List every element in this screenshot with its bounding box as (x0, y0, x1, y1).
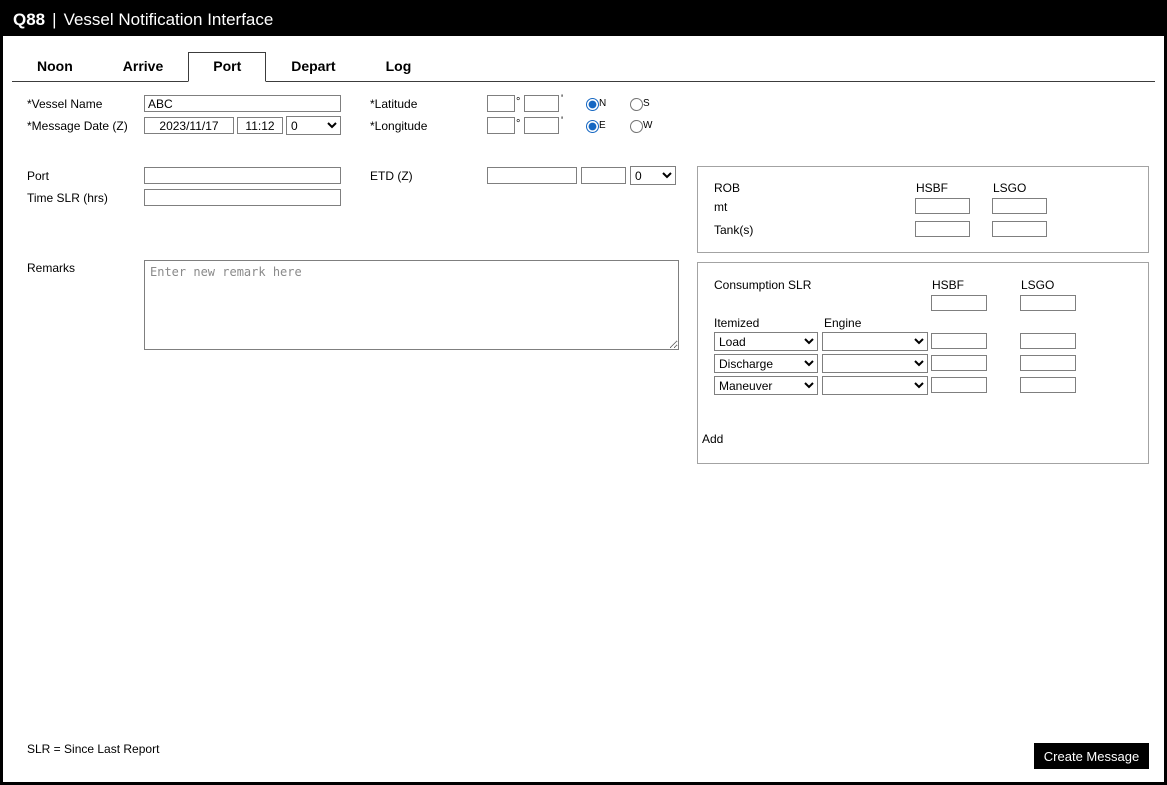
latitude-south-radio[interactable] (630, 98, 643, 111)
title-bar: Q88 | Vessel Notification Interface (3, 3, 1164, 36)
tab-noon[interactable]: Noon (12, 53, 98, 81)
consumption-hsbf-input-row3[interactable] (931, 377, 987, 393)
longitude-degrees-input[interactable] (487, 117, 515, 134)
message-offset-select[interactable]: 0 (286, 116, 341, 135)
consumption-lsgo-input-row2[interactable] (1020, 355, 1076, 371)
port-label: Port (27, 169, 50, 183)
latitude-minute-symbol: ' (561, 93, 564, 105)
app-brand: Q88 (13, 9, 46, 29)
consumption-hsbf-input-row2[interactable] (931, 355, 987, 371)
latitude-label: *Latitude (370, 97, 418, 111)
message-date-label: *Message Date (Z) (27, 119, 128, 133)
message-time-input[interactable] (237, 117, 283, 134)
longitude-degree-symbol: ° (516, 118, 521, 130)
message-date-input[interactable] (144, 117, 234, 134)
itemized-select-row2[interactable]: Discharge (714, 354, 818, 373)
itemized-select-row1[interactable]: Load (714, 332, 818, 351)
longitude-minutes-input[interactable] (524, 117, 559, 134)
engine-header: Engine (824, 316, 862, 330)
rob-panel: ROB HSBF LSGO mt Tank(s) (697, 166, 1149, 253)
consumption-panel: Consumption SLR HSBF LSGO Itemized Engin… (697, 262, 1149, 464)
longitude-east-radio[interactable] (586, 120, 599, 133)
etd-offset-select[interactable]: 0 (630, 166, 676, 185)
etd-date-input[interactable] (487, 167, 577, 184)
engine-select-row1[interactable] (822, 332, 928, 351)
itemized-select-row3[interactable]: Maneuver (714, 376, 818, 395)
latitude-south-label: S (643, 98, 650, 109)
consumption-lsgo-input-row1[interactable] (1020, 333, 1076, 349)
slr-note: SLR = Since Last Report (27, 742, 160, 756)
app-window: Q88 | Vessel Notification Interface Noon… (0, 0, 1167, 785)
rob-tanks-lsgo-input[interactable] (992, 221, 1047, 237)
vessel-name-input[interactable] (144, 95, 341, 112)
engine-select-row3[interactable] (822, 376, 928, 395)
consumption-lsgo-header: LSGO (1021, 278, 1055, 292)
latitude-degrees-input[interactable] (487, 95, 515, 112)
etd-time-input[interactable] (581, 167, 626, 184)
rob-title: ROB (714, 181, 741, 195)
latitude-north-label: N (599, 98, 607, 109)
remarks-textarea[interactable] (144, 260, 679, 350)
rob-tanks-hsbf-input[interactable] (915, 221, 970, 237)
time-slr-label: Time SLR (hrs) (27, 191, 108, 205)
port-input[interactable] (144, 167, 341, 184)
longitude-minute-symbol: ' (561, 115, 564, 127)
tab-port[interactable]: Port (188, 52, 267, 82)
itemized-header: Itemized (714, 316, 760, 330)
latitude-degree-symbol: ° (516, 96, 521, 108)
longitude-label: *Longitude (370, 119, 428, 133)
consumption-lsgo-input-row3[interactable] (1020, 377, 1076, 393)
longitude-west-radio[interactable] (630, 120, 643, 133)
consumption-hsbf-header: HSBF (932, 278, 965, 292)
rob-hsbf-header: HSBF (916, 181, 949, 195)
consumption-hsbf-input-row1[interactable] (931, 333, 987, 349)
etd-label: ETD (Z) (370, 169, 413, 183)
rob-tanks-label: Tank(s) (714, 223, 754, 237)
tab-arrive[interactable]: Arrive (98, 53, 188, 81)
tab-log[interactable]: Log (361, 53, 437, 81)
title-separator: | (52, 9, 57, 29)
consumption-slr-hsbf-input[interactable] (931, 295, 987, 311)
tab-depart[interactable]: Depart (266, 53, 360, 81)
rob-mt-lsgo-input[interactable] (992, 198, 1047, 214)
longitude-west-label: W (643, 120, 653, 131)
create-message-button[interactable]: Create Message (1034, 743, 1149, 769)
remarks-label: Remarks (27, 261, 76, 275)
engine-select-row2[interactable] (822, 354, 928, 373)
rob-mt-label: mt (714, 200, 728, 214)
time-slr-input[interactable] (144, 189, 341, 206)
consumption-slr-lsgo-input[interactable] (1020, 295, 1076, 311)
latitude-minutes-input[interactable] (524, 95, 559, 112)
longitude-east-label: E (599, 120, 606, 131)
rob-lsgo-header: LSGO (993, 181, 1027, 195)
latitude-north-radio[interactable] (586, 98, 599, 111)
vessel-name-label: *Vessel Name (27, 97, 103, 111)
rob-mt-hsbf-input[interactable] (915, 198, 970, 214)
tab-bar: Noon Arrive Port Depart Log (12, 52, 1155, 82)
consumption-title: Consumption SLR (714, 278, 812, 292)
page-title: Vessel Notification Interface (63, 9, 274, 29)
add-row-link[interactable]: Add (702, 432, 723, 446)
